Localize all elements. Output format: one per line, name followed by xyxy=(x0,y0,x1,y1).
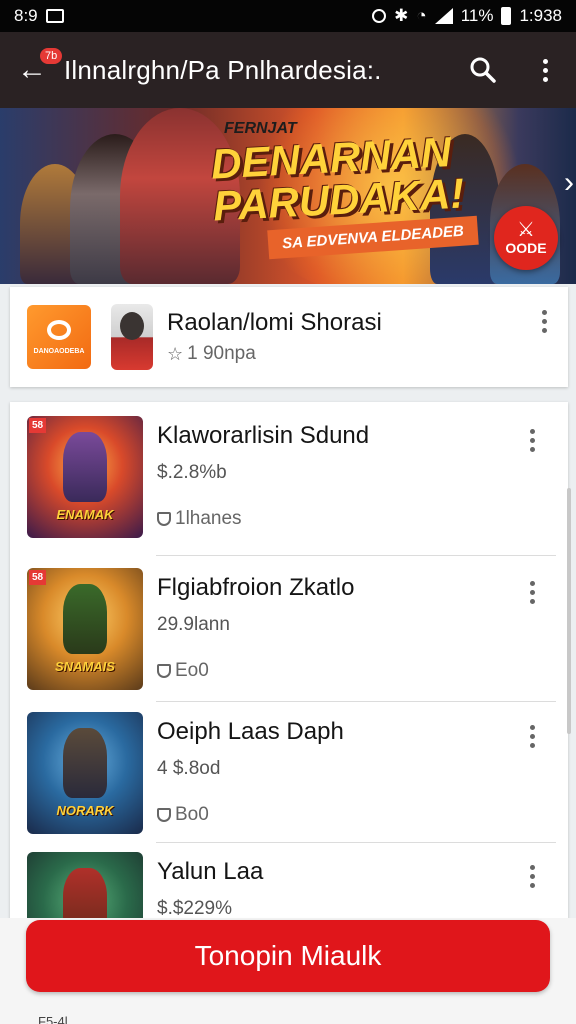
featured-item-card[interactable]: DANOAODEBA Raolan/lomi Shorasi ☆ 1 90npa xyxy=(10,287,568,387)
chevron-right-icon[interactable]: › xyxy=(564,166,574,200)
item-name: Klaworarlisin Sdund xyxy=(157,422,370,449)
item-name: Flgiabfroion Zkatlo xyxy=(157,574,355,601)
status-bar: 8:9 ✱ ◔ 11% 1:938 xyxy=(0,0,576,32)
item-more-button[interactable] xyxy=(508,416,556,464)
thumbnail-label: ENAMAK xyxy=(56,507,114,522)
featured-meta-row: ☆ 1 90npa xyxy=(167,343,520,365)
divider xyxy=(156,555,556,556)
bottom-action-area: Tonopin Miaulk F5-4l xyxy=(0,918,576,1024)
back-button[interactable]: ← 7b xyxy=(0,32,65,108)
hero-action-label: OODE xyxy=(505,240,547,256)
more-vert-icon xyxy=(529,864,535,888)
hero-kicker: FERNJAT xyxy=(224,120,297,137)
signal-icon xyxy=(434,8,453,24)
status-time-left: 8:9 xyxy=(14,6,38,25)
alarm-icon xyxy=(372,9,387,23)
more-vert-icon xyxy=(542,58,548,82)
notification-icon xyxy=(45,9,64,23)
more-vert-icon xyxy=(529,580,535,604)
thumbnail-label: NORARK xyxy=(56,803,114,818)
wifi-icon: ◔ xyxy=(416,6,427,25)
item-meta: Bo0 xyxy=(175,804,209,825)
hero-action-button[interactable]: ⚔ OODE xyxy=(494,206,558,270)
item-thumbnail: NORARK xyxy=(27,712,143,834)
item-info: Flgiabfroion Zkatlo 29.9lann Eo0 xyxy=(157,568,508,690)
item-name: Yalun Laa xyxy=(157,858,264,885)
item-meta-row: 1lhanes xyxy=(157,508,508,530)
search-button[interactable] xyxy=(452,32,514,108)
bluetooth-icon: ✱ xyxy=(394,6,409,25)
item-price: 4 $.8od xyxy=(157,758,221,779)
hero-banner[interactable]: FERNJAT DENARNAN PARUDAKA! SA EDVENVA EL… xyxy=(0,108,576,284)
list-item[interactable]: NORARK Oeiph Laas Daph 4 $.8od Bo0 xyxy=(10,712,556,834)
app-logo: DANOAODEBA xyxy=(27,305,91,369)
overflow-menu-button[interactable] xyxy=(514,32,576,108)
tag-icon xyxy=(157,808,171,822)
scrollbar[interactable] xyxy=(567,488,571,734)
list-item[interactable]: 58 SNAMAIS Flgiabfroion Zkatlo 29.9lann … xyxy=(10,568,556,690)
item-thumbnail xyxy=(27,852,143,922)
search-icon xyxy=(470,57,496,83)
list-item[interactable]: 58 ENAMAK Klaworarlisin Sdund $.2.8%b 1l… xyxy=(10,416,556,538)
thumbnail-label: SNAMAIS xyxy=(55,659,115,674)
list-item[interactable]: Yalun Laa $.$229% xyxy=(10,852,556,922)
battery-icon xyxy=(501,7,512,25)
character-art xyxy=(63,584,107,654)
hero-title: DENARNAN PARUDAKA! xyxy=(210,128,504,229)
item-meta-row: Bo0 xyxy=(157,804,508,826)
item-thumbnail: 58 SNAMAIS xyxy=(27,568,143,690)
item-price: 29.9lann xyxy=(157,614,230,635)
item-meta: Eo0 xyxy=(175,660,209,681)
star-icon: ☆ xyxy=(167,343,184,364)
status-left: 8:9 xyxy=(14,6,64,26)
featured-name: Raolan/lomi Shorasi xyxy=(167,309,382,336)
status-right: ✱ ◔ 11% 1:938 xyxy=(372,6,562,26)
item-more-button[interactable] xyxy=(508,852,556,900)
logo-text: DANOAODEBA xyxy=(33,347,85,355)
item-list: 58 ENAMAK Klaworarlisin Sdund $.2.8%b 1l… xyxy=(10,402,568,922)
item-info: Klaworarlisin Sdund $.2.8%b 1lhanes xyxy=(157,416,508,538)
item-price: $.2.8%b xyxy=(157,462,227,483)
tag-icon xyxy=(157,664,171,678)
item-thumbnail: 58 ENAMAK xyxy=(27,416,143,538)
page-title: Ilnnalrghn/Pa Pnlhardesia:. xyxy=(64,54,382,85)
divider xyxy=(156,842,556,843)
featured-info: Raolan/lomi Shorasi ☆ 1 90npa xyxy=(167,309,520,365)
character-face-icon xyxy=(120,312,144,340)
primary-action-button[interactable]: Tonopin Miaulk xyxy=(26,920,550,992)
item-more-button[interactable] xyxy=(508,568,556,616)
item-badge: 58 xyxy=(29,418,47,433)
divider xyxy=(156,701,556,702)
character-art xyxy=(63,728,107,798)
status-time-right: 1:938 xyxy=(519,6,562,25)
item-meta: 1lhanes xyxy=(175,508,242,529)
avatar xyxy=(111,304,153,370)
more-vert-icon xyxy=(529,724,535,748)
more-vert-icon xyxy=(541,309,547,333)
notification-badge: 7b xyxy=(38,46,65,66)
more-vert-icon xyxy=(529,428,535,452)
bottom-note: F5-4l xyxy=(38,1014,68,1024)
item-name: Oeiph Laas Daph xyxy=(157,718,344,745)
featured-meta: 1 90npa xyxy=(187,343,256,364)
tag-icon xyxy=(157,512,171,526)
item-badge: 58 xyxy=(29,570,47,585)
character-art xyxy=(63,868,107,922)
app-bar: ← 7b Ilnnalrghn/Pa Pnlhardesia:. xyxy=(0,32,576,108)
battery-percent: 11% xyxy=(460,6,494,25)
sword-icon: ⚔ xyxy=(517,219,535,241)
logo-ring-icon xyxy=(47,319,71,340)
item-meta-row: Eo0 xyxy=(157,660,508,682)
character-art xyxy=(63,432,107,502)
item-info: Yalun Laa $.$229% xyxy=(157,852,508,922)
item-price: $.$229% xyxy=(157,898,233,919)
featured-more-button[interactable] xyxy=(520,297,568,345)
item-more-button[interactable] xyxy=(508,712,556,760)
item-info: Oeiph Laas Daph 4 $.8od Bo0 xyxy=(157,712,508,834)
